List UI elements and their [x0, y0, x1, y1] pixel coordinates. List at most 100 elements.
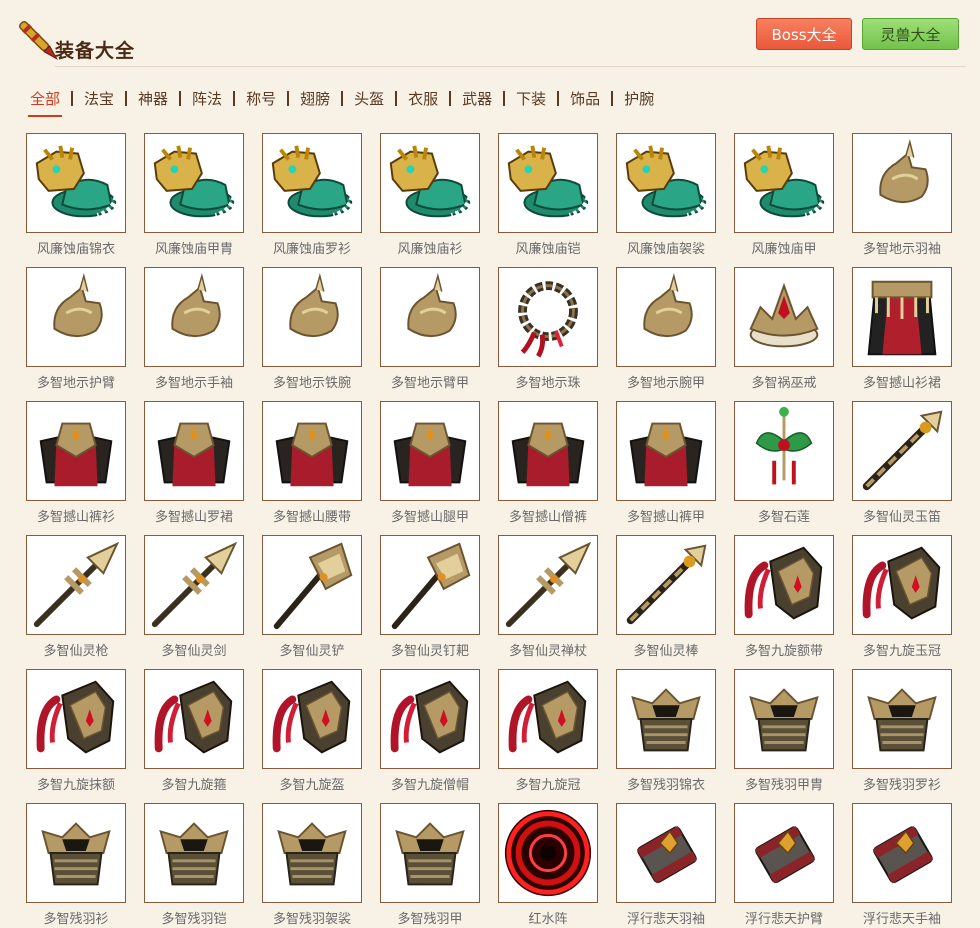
equipment-name[interactable]: 风廉蚀庙锦衣: [14, 238, 138, 257]
equipment-name[interactable]: 多智仙灵棒: [604, 640, 728, 659]
tab-2[interactable]: 神器: [138, 88, 168, 109]
equipment-thumbnail[interactable]: [144, 267, 244, 367]
equipment-thumbnail[interactable]: [380, 803, 480, 903]
equipment-thumbnail[interactable]: [380, 669, 480, 769]
equipment-card[interactable]: 风廉蚀庙衫: [380, 133, 480, 257]
equipment-thumbnail[interactable]: [144, 669, 244, 769]
equipment-name[interactable]: 多智地示臂甲: [368, 372, 492, 391]
equipment-name[interactable]: 多智撼山僧裤: [486, 506, 610, 525]
equipment-thumbnail[interactable]: [616, 669, 716, 769]
equipment-thumbnail[interactable]: [26, 133, 126, 233]
equipment-name[interactable]: 多智撼山罗裙: [132, 506, 256, 525]
equipment-card[interactable]: 多智仙灵剑: [144, 535, 244, 659]
equipment-card[interactable]: 多智残羽衫: [26, 803, 126, 927]
tab-0[interactable]: 全部: [27, 88, 63, 117]
equipment-card[interactable]: 多智九旋玉冠: [852, 535, 952, 659]
equipment-name[interactable]: 多智地示铁腕: [250, 372, 374, 391]
equipment-card[interactable]: 多智撼山罗裙: [144, 401, 244, 525]
equipment-thumbnail[interactable]: [734, 401, 834, 501]
equipment-card[interactable]: 多智地示珠: [498, 267, 598, 391]
equipment-name[interactable]: 风廉蚀庙衫: [368, 238, 492, 257]
equipment-thumbnail[interactable]: [26, 401, 126, 501]
equipment-name[interactable]: 多智撼山衫裙: [840, 372, 964, 391]
tab-7[interactable]: 衣服: [408, 88, 438, 109]
equipment-name[interactable]: 多智石莲: [722, 506, 846, 525]
equipment-name[interactable]: 多智九旋抹额: [14, 774, 138, 793]
equipment-card[interactable]: 多智残羽甲: [380, 803, 480, 927]
equipment-card[interactable]: 多智撼山僧裤: [498, 401, 598, 525]
equipment-card[interactable]: 浮行悲天护臂: [734, 803, 834, 927]
equipment-card[interactable]: 多智祸巫戒: [734, 267, 834, 391]
equipment-name[interactable]: 多智撼山腰带: [250, 506, 374, 525]
equipment-thumbnail[interactable]: [262, 803, 362, 903]
equipment-card[interactable]: 风廉蚀庙铠: [498, 133, 598, 257]
equipment-name[interactable]: 多智残羽铠: [132, 908, 256, 927]
equipment-thumbnail[interactable]: [380, 267, 480, 367]
equipment-name[interactable]: 多智九旋冠: [486, 774, 610, 793]
equipment-name[interactable]: 风廉蚀庙罗衫: [250, 238, 374, 257]
equipment-thumbnail[interactable]: [852, 669, 952, 769]
equipment-card[interactable]: 多智残羽甲胄: [734, 669, 834, 793]
equipment-card[interactable]: 多智仙灵枪: [26, 535, 126, 659]
equipment-name[interactable]: 多智仙灵玉笛: [840, 506, 964, 525]
equipment-thumbnail[interactable]: [734, 535, 834, 635]
equipment-name[interactable]: 多智残羽衫: [14, 908, 138, 927]
boss-list-button[interactable]: Boss大全: [756, 18, 852, 50]
equipment-card[interactable]: 多智地示羽袖: [852, 133, 952, 257]
equipment-thumbnail[interactable]: [734, 133, 834, 233]
equipment-thumbnail[interactable]: [616, 803, 716, 903]
equipment-name[interactable]: 红水阵: [486, 908, 610, 927]
equipment-thumbnail[interactable]: [498, 267, 598, 367]
equipment-card[interactable]: 多智残羽锦衣: [616, 669, 716, 793]
equipment-card[interactable]: 多智地示铁腕: [262, 267, 362, 391]
equipment-thumbnail[interactable]: [616, 133, 716, 233]
equipment-name[interactable]: 浮行悲天护臂: [722, 908, 846, 927]
equipment-name[interactable]: 多智残羽锦衣: [604, 774, 728, 793]
equipment-card[interactable]: 风廉蚀庙锦衣: [26, 133, 126, 257]
tab-5[interactable]: 翅膀: [300, 88, 330, 109]
equipment-name[interactable]: 多智撼山腿甲: [368, 506, 492, 525]
equipment-thumbnail[interactable]: [262, 133, 362, 233]
equipment-thumbnail[interactable]: [498, 401, 598, 501]
equipment-thumbnail[interactable]: [616, 401, 716, 501]
equipment-card[interactable]: 多智残羽罗衫: [852, 669, 952, 793]
equipment-thumbnail[interactable]: [852, 535, 952, 635]
equipment-card[interactable]: 风廉蚀庙甲胄: [144, 133, 244, 257]
equipment-name[interactable]: 多智仙灵禅杖: [486, 640, 610, 659]
equipment-thumbnail[interactable]: [262, 267, 362, 367]
equipment-thumbnail[interactable]: [26, 267, 126, 367]
equipment-name[interactable]: 风廉蚀庙甲胄: [132, 238, 256, 257]
equipment-card[interactable]: 多智撼山裤甲: [616, 401, 716, 525]
equipment-card[interactable]: 多智撼山腿甲: [380, 401, 480, 525]
equipment-card[interactable]: 多智石莲: [734, 401, 834, 525]
equipment-thumbnail[interactable]: [144, 535, 244, 635]
equipment-thumbnail[interactable]: [380, 133, 480, 233]
equipment-thumbnail[interactable]: [380, 401, 480, 501]
equipment-card[interactable]: 风廉蚀庙袈裟: [616, 133, 716, 257]
equipment-name[interactable]: 多智残羽甲胄: [722, 774, 846, 793]
equipment-thumbnail[interactable]: [852, 133, 952, 233]
equipment-name[interactable]: 多智地示珠: [486, 372, 610, 391]
equipment-card[interactable]: 风廉蚀庙甲: [734, 133, 834, 257]
equipment-name[interactable]: 多智地示手袖: [132, 372, 256, 391]
equipment-name[interactable]: 多智仙灵钉耙: [368, 640, 492, 659]
equipment-thumbnail[interactable]: [616, 535, 716, 635]
equipment-card[interactable]: 多智九旋箍: [144, 669, 244, 793]
equipment-card[interactable]: 多智仙灵玉笛: [852, 401, 952, 525]
equipment-card[interactable]: 多智九旋冠: [498, 669, 598, 793]
equipment-thumbnail[interactable]: [498, 803, 598, 903]
equipment-card[interactable]: 多智九旋僧帽: [380, 669, 480, 793]
equipment-thumbnail[interactable]: [734, 267, 834, 367]
equipment-thumbnail[interactable]: [498, 669, 598, 769]
tab-6[interactable]: 头盔: [354, 88, 384, 109]
equipment-card[interactable]: 多智九旋额带: [734, 535, 834, 659]
equipment-name[interactable]: 浮行悲天羽袖: [604, 908, 728, 927]
beast-list-button[interactable]: 灵兽大全: [862, 18, 959, 50]
equipment-card[interactable]: 浮行悲天羽袖: [616, 803, 716, 927]
tab-1[interactable]: 法宝: [84, 88, 114, 109]
equipment-thumbnail[interactable]: [852, 803, 952, 903]
equipment-name[interactable]: 多智仙灵枪: [14, 640, 138, 659]
tab-4[interactable]: 称号: [246, 88, 276, 109]
equipment-name[interactable]: 多智残羽袈裟: [250, 908, 374, 927]
equipment-card[interactable]: 多智仙灵钉耙: [380, 535, 480, 659]
